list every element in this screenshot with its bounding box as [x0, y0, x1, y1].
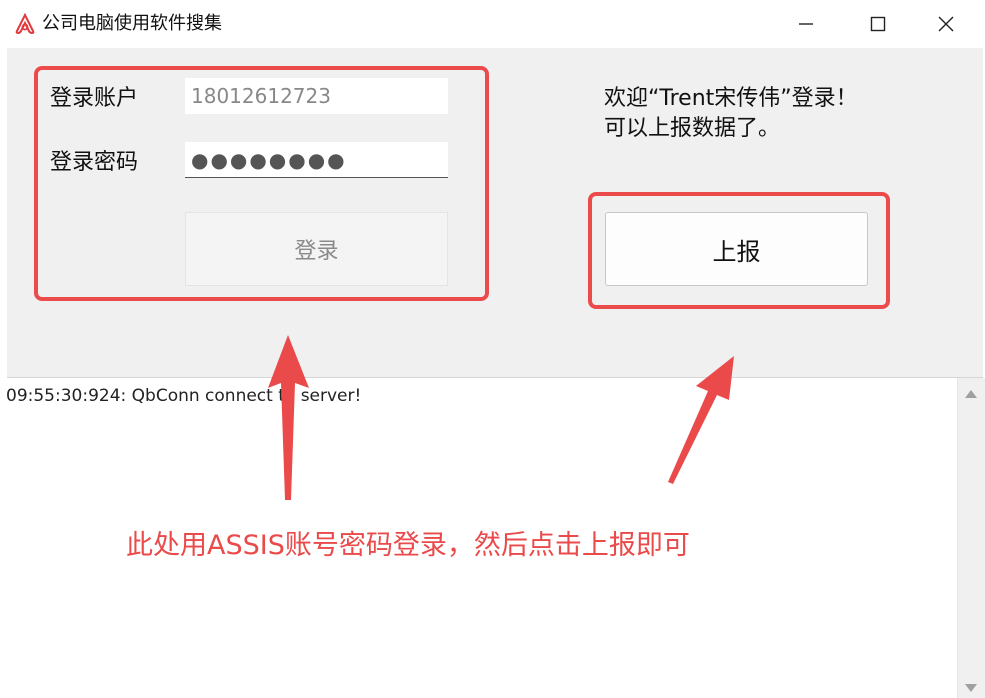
- login-highlight-box: [34, 66, 489, 301]
- log-line: 09:55:30:924: QbConn connect to server!: [6, 386, 362, 406]
- app-logo-icon: [15, 13, 35, 35]
- welcome-line-2: 可以上报数据了。: [604, 116, 781, 141]
- maximize-icon: [870, 16, 886, 32]
- annotation-text: 此处用ASSIS账号密码登录，然后点击上报即可: [126, 530, 690, 561]
- maximize-button[interactable]: [850, 0, 906, 48]
- report-highlight-box: [588, 192, 890, 309]
- window-title: 公司电脑使用软件搜集: [42, 13, 222, 34]
- welcome-line-1: 欢迎“Trent宋传伟”登录！: [604, 86, 858, 111]
- welcome-message: 欢迎“Trent宋传伟”登录！ 可以上报数据了。: [604, 84, 858, 144]
- title-bar: 公司电脑使用软件搜集: [0, 0, 985, 48]
- scroll-down-icon[interactable]: [965, 684, 977, 692]
- close-icon: [938, 16, 954, 32]
- scroll-up-icon[interactable]: [965, 390, 977, 398]
- log-scrollbar[interactable]: [957, 378, 985, 698]
- minimize-icon: [799, 23, 813, 25]
- minimize-button[interactable]: [778, 0, 834, 48]
- close-button[interactable]: [918, 0, 974, 48]
